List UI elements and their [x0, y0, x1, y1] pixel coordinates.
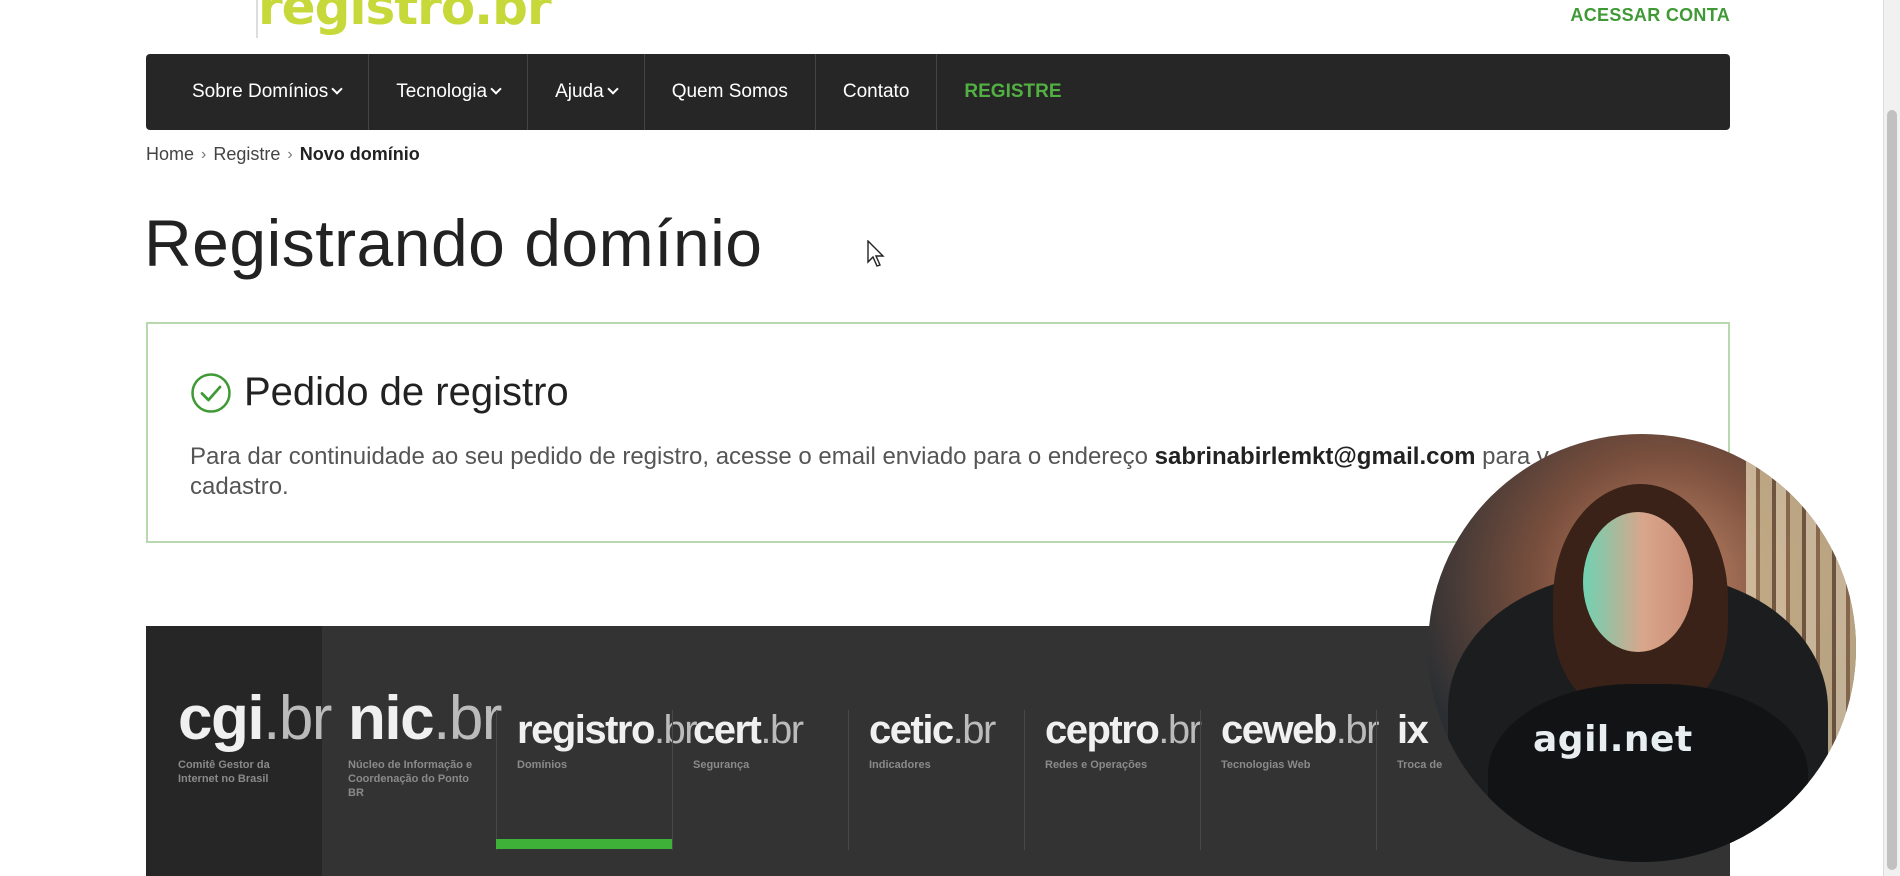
- notice-message-end: cadastro.: [190, 473, 289, 500]
- mouse-cursor-icon: [867, 240, 885, 267]
- brand-ceweb[interactable]: ceweb.br Tecnologias Web: [1200, 708, 1380, 850]
- brand-nic-name: nic: [348, 684, 435, 753]
- nav-contato[interactable]: Contato: [816, 54, 938, 130]
- brand-cetic[interactable]: cetic.br Indicadores: [848, 710, 1024, 850]
- nav-registre[interactable]: REGISTRE: [937, 54, 1088, 130]
- header-divider: [256, 0, 258, 38]
- breadcrumb-home[interactable]: Home: [146, 144, 194, 165]
- page-title: Registrando domínio: [144, 206, 763, 280]
- brand-cetic-name: cetic: [869, 708, 954, 752]
- shirt-logo-text: agil.net: [1533, 719, 1693, 760]
- nav-contato-label: Contato: [842, 81, 910, 102]
- breadcrumb-registre[interactable]: Registre: [213, 144, 280, 165]
- brand-cetic-suffix: .br: [952, 708, 997, 752]
- brand-cetic-subtitle: Indicadores: [869, 759, 931, 771]
- notice-message: Para dar continuidade ao seu pedido de r…: [190, 442, 1690, 502]
- breadcrumb-separator-icon: ›: [201, 145, 207, 163]
- brand-cgi-suffix: .br: [263, 684, 332, 753]
- brand-cgi-subtitle: Comitê Gestor da Internet no Brasil: [178, 759, 270, 785]
- active-brand-indicator: [496, 839, 672, 849]
- main-navigation: Sobre Domínios Tecnologia Ajuda Quem Som…: [146, 54, 1730, 130]
- vertical-scrollbar[interactable]: [1883, 0, 1900, 876]
- notice-message-text: Para dar continuidade ao seu pedido de r…: [190, 443, 1148, 470]
- brand-cert[interactable]: cert.br Segurança: [672, 710, 848, 850]
- nav-quem-somos-label: Quem Somos: [671, 81, 788, 102]
- page: registro.br ACESSAR CONTA Sobre Domínios…: [0, 0, 1883, 876]
- brand-ceweb-subtitle: Tecnologias Web: [1221, 759, 1311, 771]
- brand-nic-suffix: .br: [433, 684, 502, 753]
- webcam-overlay: agil.net: [1428, 434, 1856, 862]
- breadcrumb: Home › Registre › Novo domínio: [146, 144, 420, 165]
- nav-quem-somos[interactable]: Quem Somos: [645, 54, 816, 130]
- brand-ix-name: ix: [1397, 708, 1429, 752]
- breadcrumb-current: Novo domínio: [299, 144, 420, 164]
- chevron-down-icon: [331, 83, 343, 95]
- brand-nic-subtitle: Núcleo de Informação e Coordenação do Po…: [348, 759, 473, 799]
- brand-registro-subtitle: Domínios: [517, 759, 568, 771]
- nav-ajuda-label: Ajuda: [555, 81, 604, 102]
- brand-ceptro-name: ceptro: [1045, 708, 1160, 752]
- brand-cert-subtitle: Segurança: [693, 759, 750, 771]
- scrollbar-thumb[interactable]: [1887, 110, 1897, 870]
- brand-ceweb-name: ceweb: [1221, 708, 1337, 752]
- brand-cert-name: cert: [693, 708, 762, 752]
- brand-cgi-name: cgi: [178, 684, 265, 753]
- acessar-conta-link[interactable]: ACESSAR CONTA: [1570, 5, 1730, 26]
- nav-tecnologia-label: Tecnologia: [396, 81, 488, 102]
- brand-registro[interactable]: registro.br Domínios: [496, 708, 698, 850]
- chevron-down-icon: [490, 83, 502, 95]
- brand-registro-name: registro: [517, 708, 655, 752]
- registro-br-logo[interactable]: registro.br: [258, 0, 552, 36]
- brand-cert-suffix: .br: [760, 708, 804, 752]
- brand-cgi[interactable]: cgi.br Comitê Gestor da Internet no Bras…: [178, 688, 354, 876]
- presenter-shirt: [1488, 684, 1808, 862]
- chevron-down-icon: [607, 83, 619, 95]
- nav-sobre-dominios[interactable]: Sobre Domínios: [146, 54, 370, 130]
- brand-ceptro-suffix: .br: [1158, 708, 1202, 752]
- notice-title: Pedido de registro: [244, 370, 569, 414]
- nav-registre-label: REGISTRE: [964, 81, 1062, 102]
- nav-sobre-dominios-label: Sobre Domínios: [192, 81, 329, 102]
- notice-email: sabrinabirlemkt@gmail.com: [1154, 443, 1476, 470]
- presenter-face: [1583, 512, 1693, 652]
- nav-ajuda[interactable]: Ajuda: [528, 54, 645, 130]
- check-circle-icon: [191, 373, 231, 413]
- breadcrumb-separator-icon: ›: [287, 145, 293, 163]
- brand-ceptro[interactable]: ceptro.br Redes e Operações: [1024, 708, 1202, 850]
- nav-tecnologia[interactable]: Tecnologia: [369, 54, 529, 130]
- brand-ceweb-suffix: .br: [1335, 708, 1380, 752]
- brand-ceptro-subtitle: Redes e Operações: [1045, 759, 1148, 771]
